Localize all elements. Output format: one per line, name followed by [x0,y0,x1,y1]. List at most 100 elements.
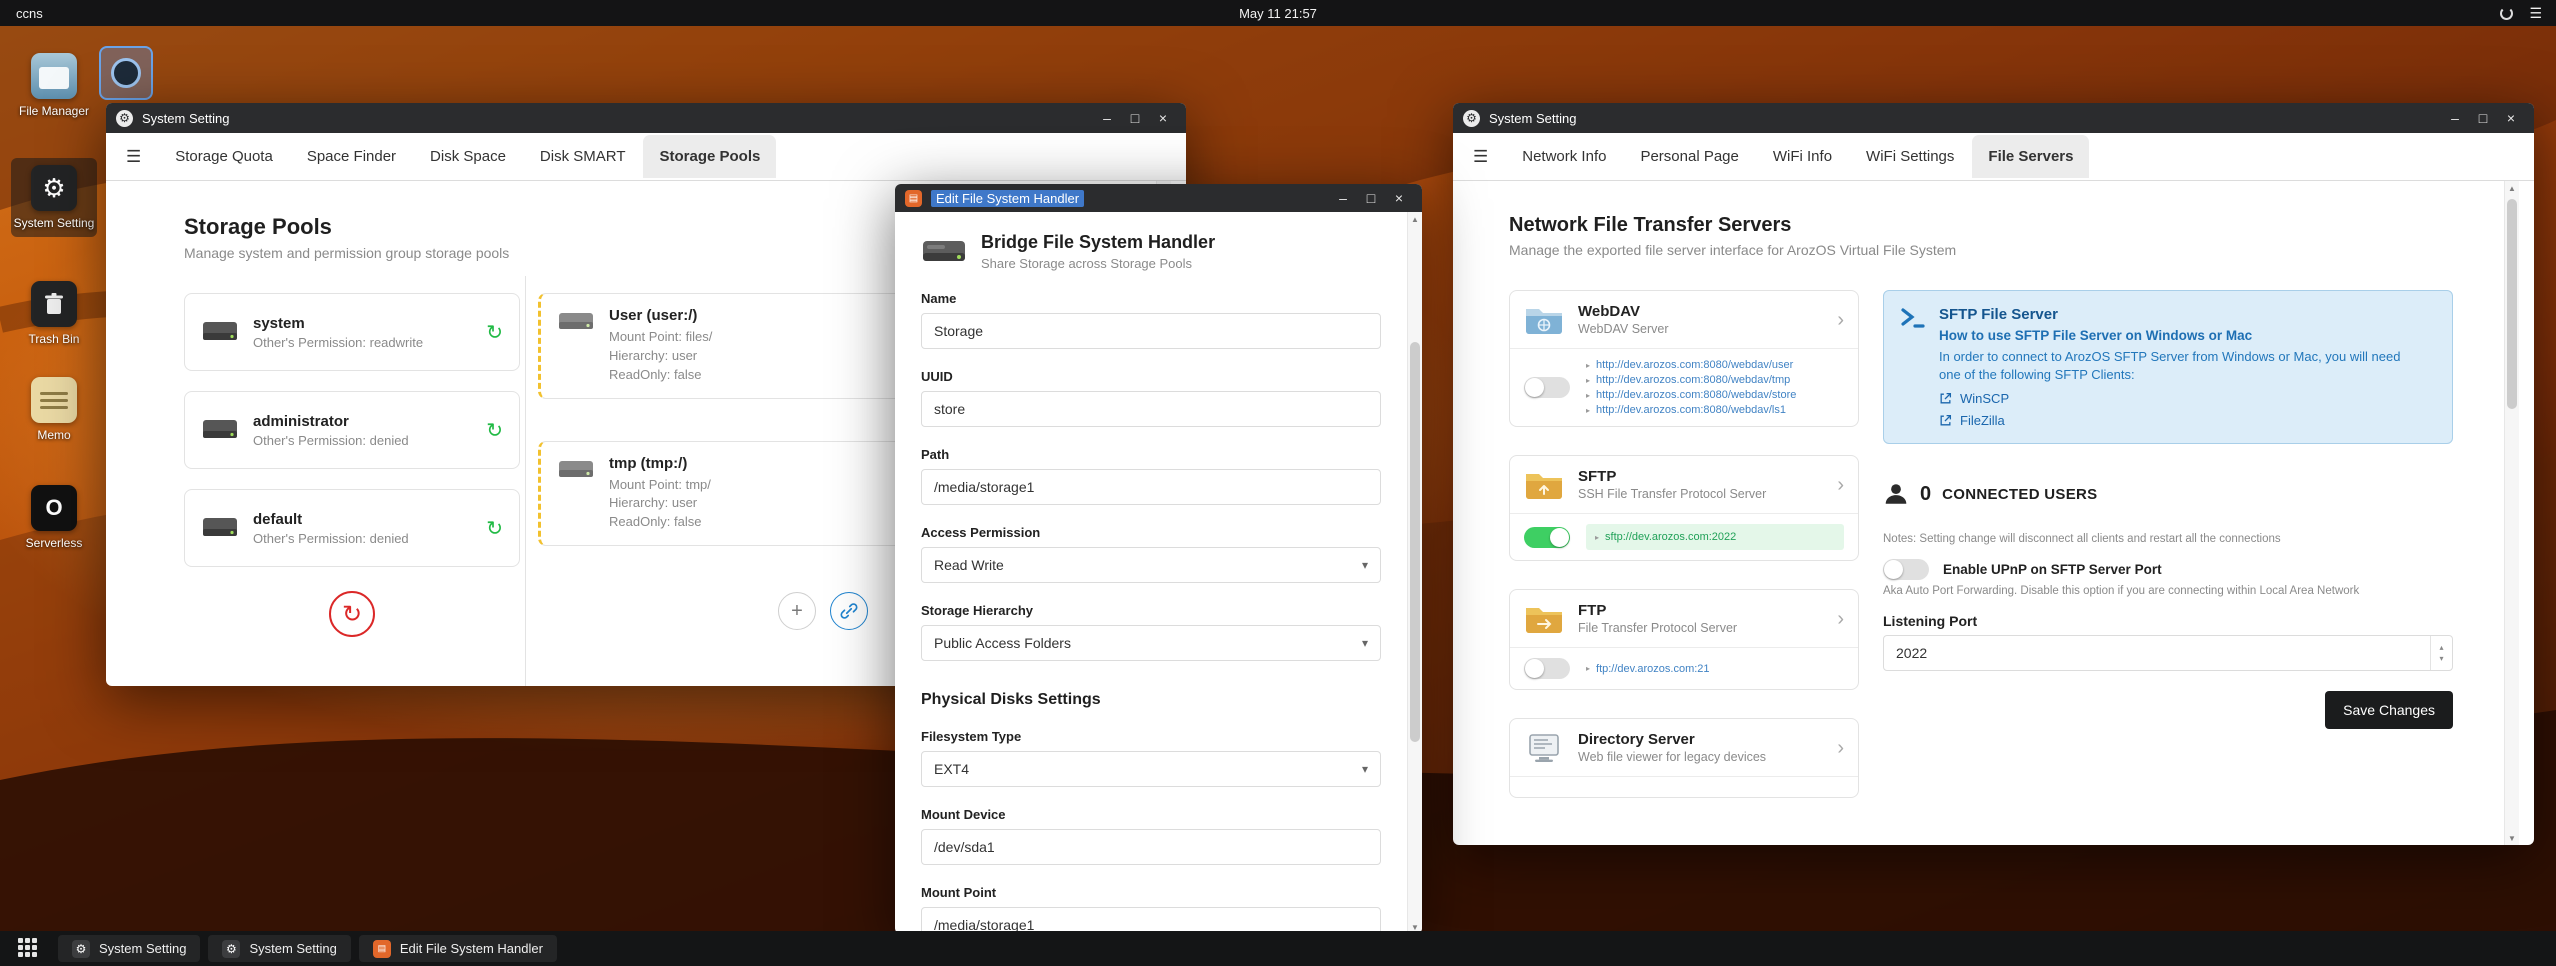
bridge-handler-button[interactable] [830,592,868,631]
webdav-link[interactable]: http://dev.arozos.com:8080/webdav/user [1596,359,1793,371]
topbar-clock: May 11 21:57 [1239,5,1317,21]
filezilla-link[interactable]: FileZilla [1960,413,2005,428]
add-handler-button[interactable]: + [778,592,816,631]
ftp-link[interactable]: ftp://dev.arozos.com:21 [1596,663,1710,675]
spin-down-icon[interactable]: ▾ [2439,654,2443,663]
webdav-link[interactable]: http://dev.arozos.com:8080/webdav/store [1596,389,1796,401]
bullet-icon: ▸ [1595,532,1600,542]
server-name: FTP [1578,602,1607,619]
filesystem-type-select[interactable]: EXT4 ▾ [921,751,1381,787]
tab-wifi-info[interactable]: WiFi Info [1757,135,1848,178]
name-field[interactable] [921,313,1381,349]
sync-icon[interactable]: ↻ [486,418,503,443]
tab-space-finder[interactable]: Space Finder [291,135,412,178]
window-scrollbar[interactable]: ▲ ▼ [2504,181,2519,845]
topbar-menu[interactable]: ccns [0,6,59,21]
scrollbar-thumb[interactable] [2507,199,2517,409]
tab-file-servers[interactable]: File Servers [1972,135,2090,178]
uuid-field[interactable] [921,391,1381,427]
task-item-system-setting-2[interactable]: ⚙ System Setting [208,935,351,962]
desktop-icon-trash-bin[interactable]: Trash Bin [11,274,97,353]
winscp-link[interactable]: WinSCP [1960,391,2009,406]
maximize-button[interactable]: □ [1122,107,1148,129]
upnp-toggle[interactable] [1883,559,1929,580]
webdav-card-header[interactable]: WebDAV WebDAV Server › [1510,291,1858,348]
reload-pools-button[interactable]: ↻ [329,591,375,637]
desktop-icon-selected[interactable] [99,46,153,100]
mount-point-field[interactable] [921,907,1381,934]
close-button[interactable]: × [1386,187,1412,209]
tab-network-info[interactable]: Network Info [1506,135,1622,178]
listening-port-label: Listening Port [1883,613,1978,629]
pool-permission: Other's Permission: denied [253,432,409,448]
tab-personal-page[interactable]: Personal Page [1624,135,1754,178]
minimize-button[interactable]: – [1330,187,1356,209]
mount-device-field[interactable] [921,829,1381,865]
minimize-button[interactable]: – [2442,107,2468,129]
loading-ring-icon[interactable] [2500,6,2514,20]
desktop-icon-label: Memo [37,428,71,442]
window-scrollbar[interactable]: ▲ ▼ [1407,212,1422,934]
desktop-icon-serverless[interactable]: O Serverless [11,478,97,557]
sftp-toggle[interactable] [1524,526,1570,548]
tab-storage-pools[interactable]: Storage Pools [643,135,777,178]
scroll-down-arrow[interactable]: ▼ [2505,831,2519,845]
window-titlebar[interactable]: ▤ Edit File System Handler – □ × [895,184,1422,212]
field-label-name: Name [921,291,957,306]
maximize-button[interactable]: □ [2470,107,2496,129]
tab-storage-quota[interactable]: Storage Quota [159,135,289,178]
pool-card-default[interactable]: default Other's Permission: denied ↻ [184,489,520,567]
sftp-card-header[interactable]: SFTP SSH File Transfer Protocol Server › [1510,456,1858,513]
ftp-toggle[interactable] [1524,658,1570,679]
window-controls: – □ × [1330,187,1412,209]
topbar-hamburger-icon[interactable]: ☰ [2529,5,2542,22]
desktop-icon-file-manager[interactable]: File Manager [11,46,97,125]
connected-users-label: CONNECTED USERS [1942,485,2098,503]
minimize-button[interactable]: – [1094,107,1120,129]
number-spinner[interactable]: ▴ ▾ [2430,636,2452,670]
listening-port-input[interactable] [1883,635,2453,671]
close-button[interactable]: × [1150,107,1176,129]
webdav-toggle[interactable] [1524,377,1570,398]
server-card-ftp: FTP File Transfer Protocol Server › ▸ ftp… [1509,589,1859,690]
app-launcher-icon[interactable] [18,937,40,960]
tab-disk-space[interactable]: Disk Space [414,135,522,178]
mount-readonly: ReadOnly: false [609,366,702,382]
sidebar-menu-icon[interactable]: ☰ [120,147,157,167]
column-divider [525,276,526,686]
field-label-uuid: UUID [921,369,953,384]
directory-card-header[interactable]: Directory Server Web file viewer for leg… [1510,719,1858,776]
desktop-icon-system-setting[interactable]: ⚙ System Setting [11,158,97,238]
maximize-button[interactable]: □ [1358,187,1384,209]
scroll-up-arrow[interactable]: ▲ [2505,181,2519,195]
spin-up-icon[interactable]: ▴ [2439,643,2443,652]
task-item-edit-fsh[interactable]: ▤ Edit File System Handler [358,935,557,962]
sidebar-menu-icon[interactable]: ☰ [1467,147,1504,167]
top-menubar: ccns May 11 21:57 ☰ [0,0,2556,26]
pool-card-administrator[interactable]: administrator Other's Permission: denied… [184,391,520,469]
ftp-card-header[interactable]: FTP File Transfer Protocol Server › [1510,590,1858,647]
scroll-up-arrow[interactable]: ▲ [1408,212,1422,226]
path-field[interactable] [921,469,1381,505]
storage-hierarchy-select[interactable]: Public Access Folders ▾ [921,625,1381,661]
task-item-system-setting-1[interactable]: ⚙ System Setting [58,935,201,962]
desktop-icon-memo[interactable]: Memo [11,370,97,449]
sync-icon[interactable]: ↻ [486,320,503,345]
webdav-link[interactable]: http://dev.arozos.com:8080/webdav/tmp [1596,374,1790,386]
tab-disk-smart[interactable]: Disk SMART [524,135,642,178]
tab-wifi-settings[interactable]: WiFi Settings [1850,135,1970,178]
scrollbar-thumb[interactable] [1410,342,1420,742]
webdav-link[interactable]: http://dev.arozos.com:8080/webdav/ls1 [1596,404,1786,416]
desktop-icon-label: File Manager [18,104,90,118]
save-changes-button[interactable]: Save Changes [2325,691,2453,729]
sync-icon[interactable]: ↻ [486,516,503,541]
drive-icon [559,460,593,477]
close-button[interactable]: × [2498,107,2524,129]
pool-card-system[interactable]: system Other's Permission: readwrite ↻ [184,293,520,371]
mount-readonly: ReadOnly: false [609,514,702,530]
access-permission-select[interactable]: Read Write ▾ [921,547,1381,583]
window-titlebar[interactable]: ⚙ System Setting – □ × [1453,103,2534,133]
disc-icon [111,58,141,88]
sftp-link[interactable]: sftp://dev.arozos.com:2022 [1605,531,1736,543]
window-titlebar[interactable]: ⚙ System Setting – □ × [106,103,1186,133]
